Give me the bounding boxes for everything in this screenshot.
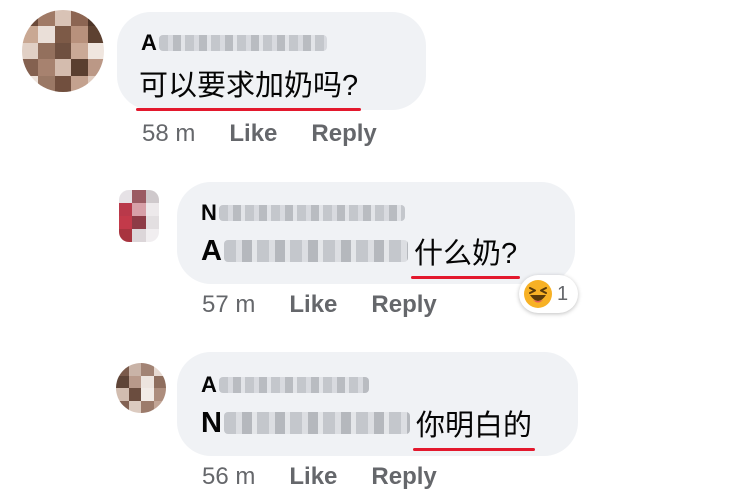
comment-author[interactable]: A	[141, 30, 327, 56]
reaction-count: 1	[557, 282, 569, 305]
commenter-avatar[interactable]	[22, 10, 104, 92]
author-initial: N	[201, 200, 217, 225]
reply-button[interactable]: Reply	[371, 291, 436, 319]
blurred-mention	[223, 240, 408, 262]
comment-actions: 58 m Like Reply	[142, 120, 377, 148]
reply-button[interactable]: Reply	[311, 120, 376, 148]
comment-actions: 56 m Like Reply	[202, 463, 437, 491]
blurred-name	[218, 205, 405, 221]
comment-time[interactable]: 58 m	[142, 120, 195, 148]
blurred-name	[218, 377, 369, 393]
reply-button[interactable]: Reply	[371, 463, 436, 491]
commenter-avatar[interactable]	[119, 190, 159, 242]
comment-author[interactable]: A	[201, 372, 369, 398]
mention-initial[interactable]: A	[201, 235, 222, 268]
comment-author[interactable]: N	[201, 200, 405, 226]
comment-bubble: A N 你明白的	[177, 352, 578, 456]
underlined-text: 什么奶?	[410, 230, 521, 279]
comment-text: A 什么奶?	[201, 230, 521, 279]
like-button[interactable]: Like	[229, 120, 277, 148]
commenter-avatar[interactable]	[116, 363, 166, 413]
underlined-text: 可以要求加奶吗?	[135, 62, 362, 111]
comment-bubble: A 可以要求加奶吗?	[117, 12, 426, 111]
comment-time[interactable]: 56 m	[202, 463, 255, 491]
comment-text: N 你明白的	[201, 402, 535, 451]
comment-text: 可以要求加奶吗?	[135, 62, 362, 111]
blurred-name	[158, 35, 327, 51]
reaction-summary[interactable]: 1	[519, 275, 579, 313]
comment-bubble: N A 什么奶?	[177, 182, 575, 284]
like-button[interactable]: Like	[289, 463, 337, 491]
laughing-emoji-icon	[524, 280, 552, 308]
comment-actions: 57 m Like Reply	[202, 291, 437, 319]
author-initial: A	[141, 30, 157, 55]
comment-time[interactable]: 57 m	[202, 291, 255, 319]
like-button[interactable]: Like	[289, 291, 337, 319]
mention-initial[interactable]: N	[201, 407, 222, 440]
blurred-mention	[223, 412, 410, 434]
author-initial: A	[201, 372, 217, 397]
underlined-text: 你明白的	[412, 402, 535, 451]
